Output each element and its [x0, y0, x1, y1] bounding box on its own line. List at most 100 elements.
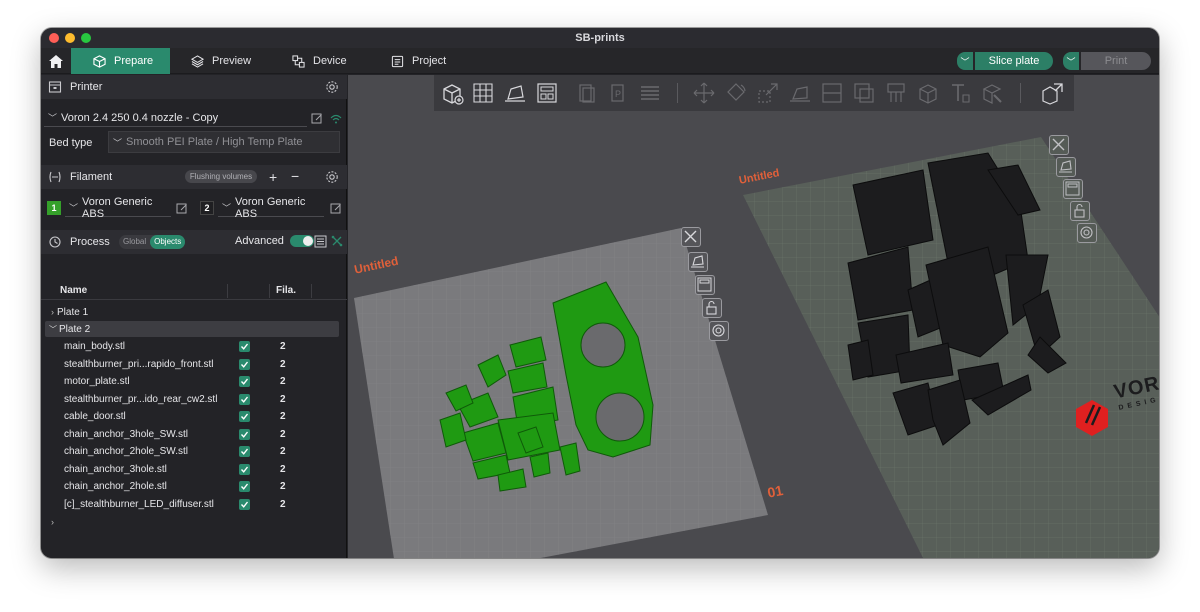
print-dropdown-button[interactable]: ﹀ — [1063, 52, 1079, 70]
part[interactable] — [852, 169, 934, 256]
object-visible-checkbox[interactable] — [239, 358, 250, 370]
slice-dropdown-button[interactable]: ﹀ — [957, 52, 973, 70]
object-filament[interactable]: 2 — [280, 481, 286, 492]
object-row[interactable]: cable_door.stl 2 — [41, 409, 347, 426]
plate1-lock-icon[interactable] — [702, 298, 722, 318]
auto-orient-icon[interactable] — [503, 81, 527, 105]
object-row[interactable]: main_body.stl 2 — [41, 339, 347, 356]
home-button[interactable] — [45, 51, 67, 71]
object-filament[interactable]: 2 — [280, 411, 286, 422]
close-window-button[interactable] — [49, 33, 59, 43]
object-visible-checkbox[interactable] — [239, 341, 250, 352]
object-filament[interactable]: 2 — [280, 464, 286, 475]
plate2-arrange-icon[interactable] — [1063, 179, 1083, 199]
chevron-down-icon: ﹀ — [49, 324, 57, 334]
support-painting-icon[interactable] — [884, 81, 908, 105]
gear-icon[interactable] — [325, 170, 339, 184]
zoom-window-button[interactable] — [81, 33, 91, 43]
edit-icon[interactable] — [176, 203, 188, 215]
scope-global-button[interactable]: Global — [119, 235, 150, 249]
plate2-close-icon[interactable] — [1049, 135, 1069, 155]
chevron-down-icon: ﹀ — [960, 56, 970, 67]
print-button[interactable]: Print — [1081, 52, 1151, 70]
object-visible-checkbox[interactable] — [239, 411, 250, 422]
wifi-icon[interactable] — [330, 113, 342, 125]
advanced-toggle[interactable] — [289, 235, 314, 247]
add-filament-icon[interactable]: + — [269, 169, 277, 185]
arrange-icon[interactable] — [535, 81, 559, 105]
3d-viewport[interactable]: Untitled Untitled 01 VORON DESIGN P — [348, 75, 1159, 558]
plate1-arrange-icon[interactable] — [695, 275, 715, 295]
part[interactable] — [529, 452, 551, 478]
minimize-window-button[interactable] — [65, 33, 75, 43]
slice-plate-button[interactable]: Slice plate — [975, 52, 1053, 70]
object-row[interactable]: chain_anchor_2hole.stl 2 — [41, 479, 347, 496]
object-filament[interactable]: 2 — [280, 446, 286, 457]
object-visible-checkbox[interactable] — [239, 481, 250, 492]
printer-preset-select[interactable]: ﹀ Voron 2.4 250 0.4 nozzle - Copy — [44, 109, 307, 127]
tab-project[interactable]: Project — [369, 48, 468, 74]
assembly-view-icon[interactable] — [1040, 81, 1064, 105]
filament-select-2[interactable]: ﹀ Voron Generic ABS — [218, 196, 324, 220]
object-row[interactable]: stealthburner_pr...ido_rear_cw2.stl 2 — [41, 392, 347, 409]
layers-editing-icon[interactable] — [638, 81, 662, 105]
object-row[interactable]: chain_anchor_3hole.stl 2 — [41, 462, 347, 479]
bed-type-value: Smooth PEI Plate / High Temp Plate — [126, 136, 303, 148]
plate1-close-icon[interactable] — [681, 227, 701, 247]
list-view-icon[interactable] — [314, 235, 327, 248]
object-filament[interactable]: 2 — [280, 376, 286, 387]
object-row[interactable]: stealthburner_pri...rapido_front.stl 2 — [41, 357, 347, 374]
object-row[interactable]: [c]_stealthburner_LED_diffuser.stl 2 — [41, 497, 347, 514]
split-objects-icon[interactable] — [575, 81, 599, 105]
collapsed-row[interactable]: › — [41, 514, 347, 530]
print-group: ﹀ Print — [1063, 52, 1151, 70]
compare-icon[interactable] — [331, 235, 343, 247]
object-visible-checkbox[interactable] — [239, 376, 250, 387]
object-row[interactable]: motor_plate.stl 2 — [41, 374, 347, 391]
split-parts-icon[interactable]: P — [607, 81, 631, 105]
boolean-icon[interactable] — [852, 81, 876, 105]
lay-on-face-icon[interactable] — [788, 81, 812, 105]
flushing-volumes-button[interactable]: Flushing volumes — [185, 170, 257, 183]
plate2-orient-icon[interactable] — [1056, 157, 1076, 177]
tab-device[interactable]: Device — [270, 48, 369, 74]
scale-icon[interactable] — [756, 81, 780, 105]
move-icon[interactable] — [692, 81, 716, 105]
object-row[interactable]: chain_anchor_3hole_SW.stl 2 — [41, 427, 347, 444]
part[interactable] — [847, 339, 874, 381]
edit-icon[interactable] — [311, 113, 323, 125]
tab-preview[interactable]: Preview — [169, 48, 268, 74]
filament-select-1[interactable]: ﹀ Voron Generic ABS — [65, 196, 171, 220]
text-shape-icon[interactable] — [948, 81, 972, 105]
plate-row-1[interactable]: › Plate 1 — [41, 304, 347, 320]
object-visible-checkbox[interactable] — [239, 498, 250, 510]
object-visible-checkbox[interactable] — [239, 446, 250, 457]
seam-painting-icon[interactable] — [916, 81, 940, 105]
object-filament[interactable]: 2 — [280, 394, 286, 405]
plate2-lock-icon[interactable] — [1070, 201, 1090, 221]
tab-prepare[interactable]: Prepare — [71, 48, 170, 74]
object-row[interactable]: chain_anchor_2hole_SW.stl 2 — [41, 444, 347, 461]
object-visible-checkbox[interactable] — [239, 393, 250, 405]
object-filament[interactable]: 2 — [280, 499, 286, 510]
object-visible-checkbox[interactable] — [239, 428, 250, 440]
scope-objects-button[interactable]: Objects — [150, 235, 186, 249]
plate2-settings-icon[interactable] — [1077, 223, 1097, 243]
object-filament[interactable]: 2 — [280, 429, 286, 440]
color-painting-icon[interactable] — [980, 81, 1004, 105]
plate-row-2[interactable]: ﹀ Plate 2 — [45, 321, 339, 337]
plate1-orient-icon[interactable] — [688, 252, 708, 272]
object-filament[interactable]: 2 — [280, 341, 286, 352]
cut-icon[interactable] — [820, 81, 844, 105]
plate1-settings-icon[interactable] — [709, 321, 729, 341]
bed-type-select[interactable]: ﹀ Smooth PEI Plate / High Temp Plate — [108, 131, 340, 153]
gear-icon[interactable] — [325, 80, 339, 94]
rotate-icon[interactable] — [724, 81, 748, 105]
object-filament[interactable]: 2 — [280, 359, 286, 370]
remove-filament-icon[interactable]: − — [291, 168, 299, 184]
edit-icon[interactable] — [330, 203, 342, 215]
add-object-icon[interactable] — [440, 81, 464, 105]
add-plate-icon[interactable] — [471, 81, 495, 105]
object-visible-checkbox[interactable] — [239, 463, 250, 475]
checkmark-icon — [240, 413, 249, 420]
